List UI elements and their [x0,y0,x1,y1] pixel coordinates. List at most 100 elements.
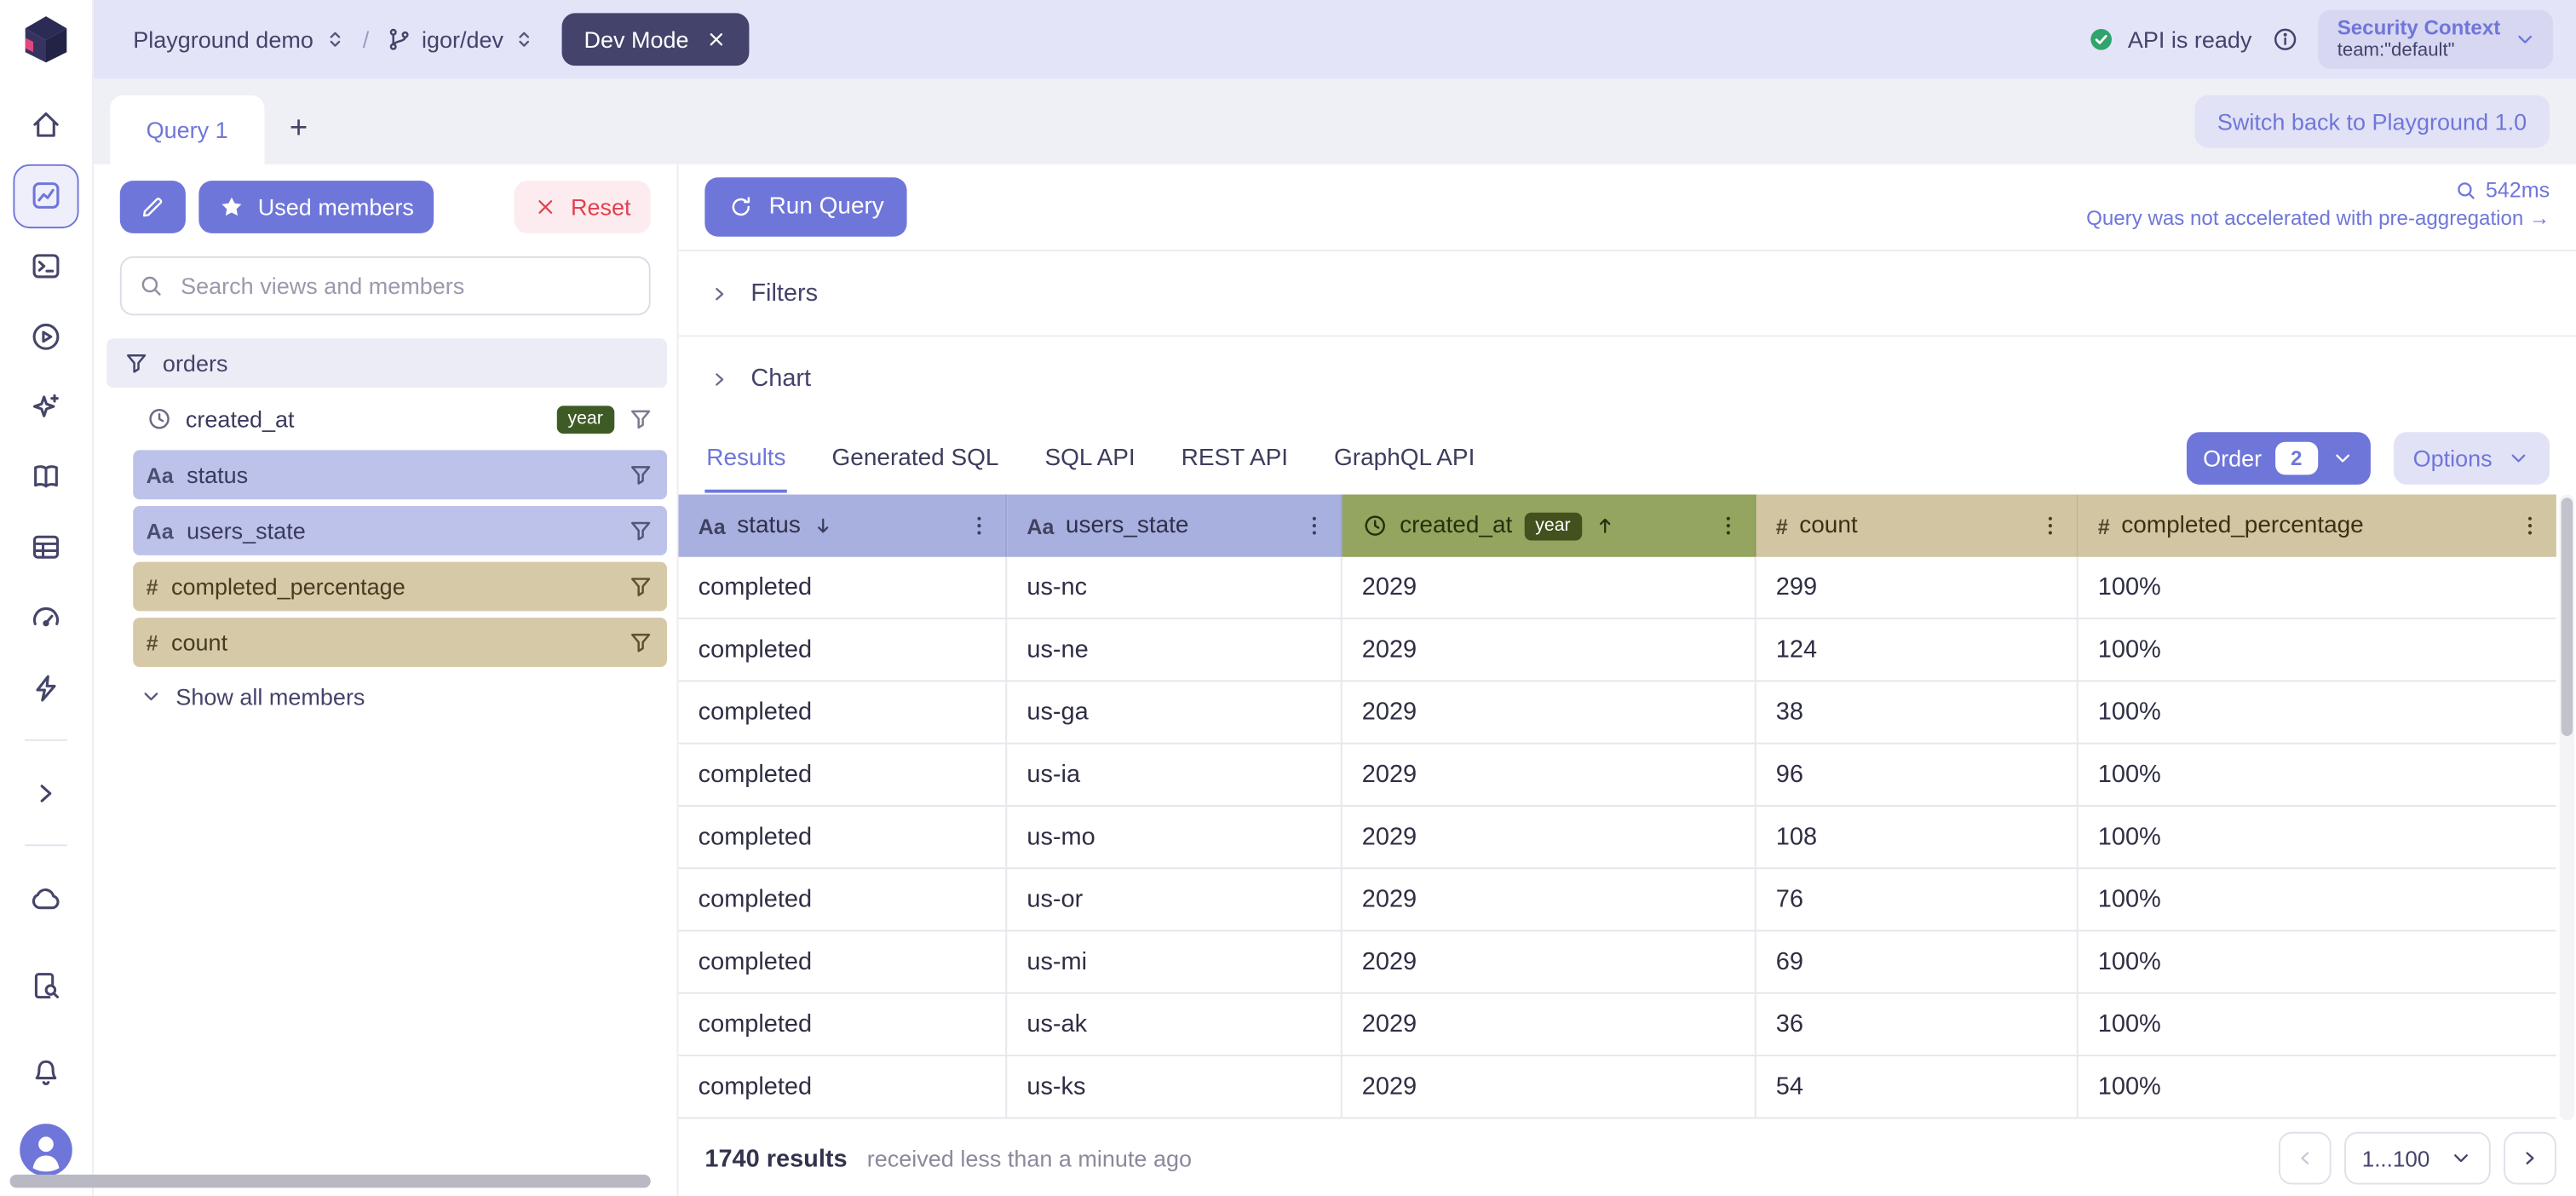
funnel-icon [124,350,150,377]
table-row[interactable]: completedus-ak202936100% [678,994,2556,1056]
table-cell: completed [678,681,1007,742]
add-query-tab-button[interactable]: + [264,95,333,164]
filters-section-toggle[interactable]: Filters [678,251,2575,335]
used-members-button[interactable]: Used members [198,181,434,233]
table-vertical-scrollbar[interactable] [2560,494,2574,1120]
branch-selector[interactable]: igor/dev [386,26,537,53]
member-row-completed-percentage[interactable]: # completed_percentage [133,562,667,612]
table-row[interactable]: completedus-ia202996100% [678,745,2556,807]
cube-logo-icon[interactable] [20,13,72,64]
column-header-users-state[interactable]: Aa users_state [1007,494,1342,556]
table-cell: 2029 [1343,807,1757,867]
rail-expand-button[interactable] [13,761,78,825]
next-page-button[interactable] [2504,1132,2556,1185]
nav-ai-button[interactable] [13,375,78,439]
nav-docs-button[interactable] [13,446,78,509]
table-row[interactable]: completedus-nc2029299100% [678,557,2556,619]
icon-rail [0,0,94,1196]
info-icon[interactable] [2272,26,2298,53]
nav-preaggregations-button[interactable] [13,656,78,720]
table-row[interactable]: completedus-or202976100% [678,869,2556,931]
order-button[interactable]: Order 2 [2187,431,2371,484]
switch-back-button[interactable]: Switch back to Playground 1.0 [2194,95,2550,148]
close-icon[interactable] [705,28,728,51]
page-range-select[interactable]: 1...100 [2343,1132,2490,1185]
column-header-status[interactable]: Aa status [678,494,1007,556]
timing-icon [2454,178,2477,201]
table-cell: us-nc [1007,557,1342,618]
chart-section-toggle[interactable]: Chart [678,336,2575,420]
column-menu-icon[interactable] [2517,513,2544,539]
dev-mode-badge[interactable]: Dev Mode [562,13,749,66]
options-button[interactable]: Options [2393,431,2550,484]
column-menu-icon[interactable] [2037,513,2063,539]
member-panel-actions: Used members Reset [94,177,677,236]
tab-results[interactable]: Results [704,423,787,492]
table-cell: us-ne [1007,619,1342,680]
scrollbar-thumb[interactable] [2562,497,2573,736]
column-menu-icon[interactable] [966,513,992,539]
member-row-created-at[interactable]: created_at year [133,394,667,444]
granularity-badge[interactable]: year [556,405,614,433]
project-selector[interactable]: Playground demo [133,26,346,53]
chevron-up-down-icon [514,28,537,51]
nav-playground-button[interactable] [13,164,78,228]
horizontal-scrollbar-thumb[interactable] [10,1175,651,1187]
nav-performance-button[interactable] [13,586,78,650]
table-cell: 38 [1757,681,2079,742]
chart-icon [30,180,63,213]
member-search-input[interactable] [177,271,632,301]
filter-icon[interactable] [628,517,654,543]
chevron-down-icon [2449,1147,2472,1170]
filter-icon[interactable] [628,573,654,600]
chevron-right-icon [708,282,731,305]
granularity-badge[interactable]: year [1524,512,1582,540]
tab-sql-api[interactable]: SQL API [1044,423,1137,492]
filter-icon[interactable] [628,405,654,432]
member-row-users-state[interactable]: Aa users_state [133,506,667,555]
run-query-button[interactable]: Run Query [704,177,906,236]
table-row[interactable]: completedus-mi202969100% [678,931,2556,993]
table-row[interactable]: completedus-ne2029124100% [678,619,2556,681]
table-row[interactable]: completedus-ks202954100% [678,1056,2556,1118]
column-menu-icon[interactable] [1715,513,1741,539]
member-name: status [187,462,248,488]
cube-orders[interactable]: orders [106,338,667,388]
sort-asc-icon[interactable] [1594,515,1617,538]
table-cell: completed [678,619,1007,680]
sort-desc-icon[interactable] [812,515,835,538]
nav-query-inspector-button[interactable] [13,953,78,1019]
user-avatar[interactable] [20,1124,72,1176]
table-cell: 100% [2079,557,2556,618]
nav-terminal-button[interactable] [13,234,78,298]
table-row[interactable]: completedus-ga202938100% [678,681,2556,744]
column-header-count[interactable]: # count [1757,494,2079,556]
column-header-completed-percentage[interactable]: # completed_percentage [2079,494,2556,556]
prev-page-button[interactable] [2278,1132,2331,1185]
api-status: API is ready [2089,26,2252,53]
nav-home-button[interactable] [13,94,78,158]
table-row[interactable]: completedus-mo2029108100% [678,807,2556,869]
main-column: Playground demo / igor/dev Dev Mode API … [94,0,2576,1196]
preaggregation-note[interactable]: Query was not accelerated with pre-aggre… [2086,207,2550,230]
nav-run-button[interactable] [13,305,78,369]
tab-generated-sql[interactable]: Generated SQL [831,423,1001,492]
table-cell: 2029 [1343,745,1757,805]
edit-query-button[interactable] [120,181,186,233]
show-all-members-button[interactable]: Show all members [140,683,667,710]
reset-button[interactable]: Reset [515,181,650,233]
filter-icon[interactable] [628,630,654,656]
member-search[interactable] [120,256,651,315]
tab-graphql-api[interactable]: GraphQL API [1332,423,1476,492]
member-row-count[interactable]: # count [133,618,667,667]
notifications-button[interactable] [13,1040,78,1106]
security-context-button[interactable]: Security Context team:"default" [2318,9,2553,70]
column-header-created-at[interactable]: created_at year [1343,494,1757,556]
member-row-status[interactable]: Aa status [133,450,667,499]
nav-cloud-button[interactable] [13,865,78,931]
column-menu-icon[interactable] [1301,513,1327,539]
tab-query-1[interactable]: Query 1 [110,95,264,164]
nav-data-model-button[interactable] [13,515,78,579]
filter-icon[interactable] [628,462,654,488]
tab-rest-api[interactable]: REST API [1180,423,1290,492]
